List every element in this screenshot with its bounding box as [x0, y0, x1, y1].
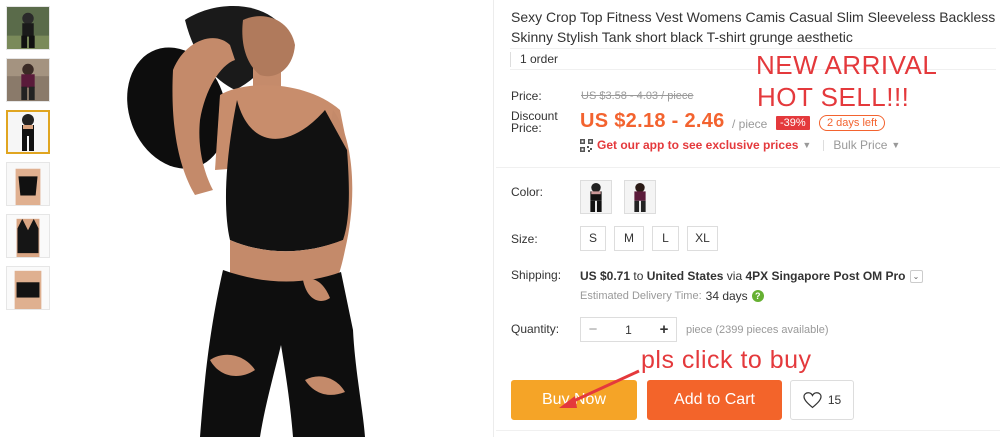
chevron-down-icon[interactable]: ▼	[802, 140, 811, 150]
wishlist-count: 15	[827, 393, 842, 407]
color-swatch-black[interactable]	[580, 180, 612, 214]
bulk-price-link[interactable]: Bulk Price	[833, 138, 887, 152]
section-divider	[496, 430, 1000, 431]
main-product-image	[125, 0, 390, 437]
thumbnail-3-selected[interactable]	[6, 110, 50, 154]
section-divider	[496, 167, 1000, 168]
app-promo-link[interactable]: Get our app to see exclusive prices	[597, 138, 798, 152]
buy-now-button[interactable]: Buy Now	[511, 380, 637, 420]
new-arrival-overlay: NEW ARRIVAL	[756, 50, 938, 80]
shipping-via-word: via	[726, 269, 743, 283]
price-label: Price:	[511, 89, 542, 103]
thumbnail-5[interactable]	[6, 214, 50, 258]
shipping-to-word: to	[633, 269, 644, 283]
discount-price: US $2.18 - 2.46	[580, 110, 725, 132]
size-option-m[interactable]: M	[614, 226, 644, 251]
app-promo-row: Get our app to see exclusive prices ▼ Bu…	[580, 138, 900, 152]
quantity-label: Quantity:	[511, 322, 560, 336]
delivery-label: Estimated Delivery Time:	[580, 290, 702, 302]
shipping-cost: US $0.71	[580, 269, 631, 283]
add-to-cart-button[interactable]: Add to Cart	[647, 380, 782, 420]
size-option-l[interactable]: L	[652, 226, 679, 251]
delivery-estimate: Estimated Delivery Time: 34 days ?	[580, 289, 764, 303]
thumbnail-2[interactable]	[6, 58, 50, 102]
size-label: Size:	[511, 232, 538, 246]
column-divider	[493, 0, 494, 437]
shipping-info: US $0.71 to United States via 4PX Singap…	[580, 269, 923, 283]
thumbnail-4[interactable]	[6, 162, 50, 206]
color-label: Color:	[511, 185, 544, 199]
qr-code-icon	[580, 138, 593, 152]
thumbnail-6[interactable]	[6, 266, 50, 310]
size-option-s[interactable]: S	[580, 226, 606, 251]
shipping-carrier[interactable]: 4PX Singapore Post OM Pro	[745, 269, 905, 283]
heart-icon	[803, 391, 822, 408]
price-unit: / piece	[732, 117, 768, 131]
help-icon[interactable]: ?	[751, 290, 764, 302]
quantity-decrease-button[interactable]: −	[581, 321, 605, 338]
separator	[823, 139, 825, 151]
product-title: Sexy Crop Top Fitness Vest Womens Camis …	[511, 9, 996, 45]
quantity-available: piece (2399 pieces available)	[686, 324, 829, 336]
time-left-badge: 2 days left	[819, 115, 886, 131]
chevron-down-icon[interactable]: ▼	[891, 140, 900, 150]
thumbnail-list	[6, 6, 52, 318]
click-to-buy-overlay: pls click to buy	[641, 346, 812, 374]
color-swatch-wine[interactable]	[624, 180, 656, 214]
discount-price-label-2: Price:	[511, 121, 542, 135]
size-option-xl[interactable]: XL	[687, 226, 718, 251]
wishlist-button[interactable]: 15	[790, 380, 854, 420]
quantity-input[interactable]: 1	[605, 323, 652, 337]
shipping-label: Shipping:	[511, 268, 562, 282]
quantity-stepper: − 1 +	[580, 317, 677, 342]
delivery-days: 34 days	[705, 289, 748, 303]
thumbnail-1[interactable]	[6, 6, 50, 50]
chevron-down-icon[interactable]: ⌄	[909, 269, 923, 283]
discount-badge: -39%	[776, 116, 810, 130]
original-price: US $3.58 - 4.03 / piece	[581, 90, 694, 102]
hot-sell-overlay: HOT SELL!!!	[757, 82, 910, 112]
quantity-increase-button[interactable]: +	[652, 321, 676, 338]
shipping-destination[interactable]: United States	[647, 269, 724, 283]
